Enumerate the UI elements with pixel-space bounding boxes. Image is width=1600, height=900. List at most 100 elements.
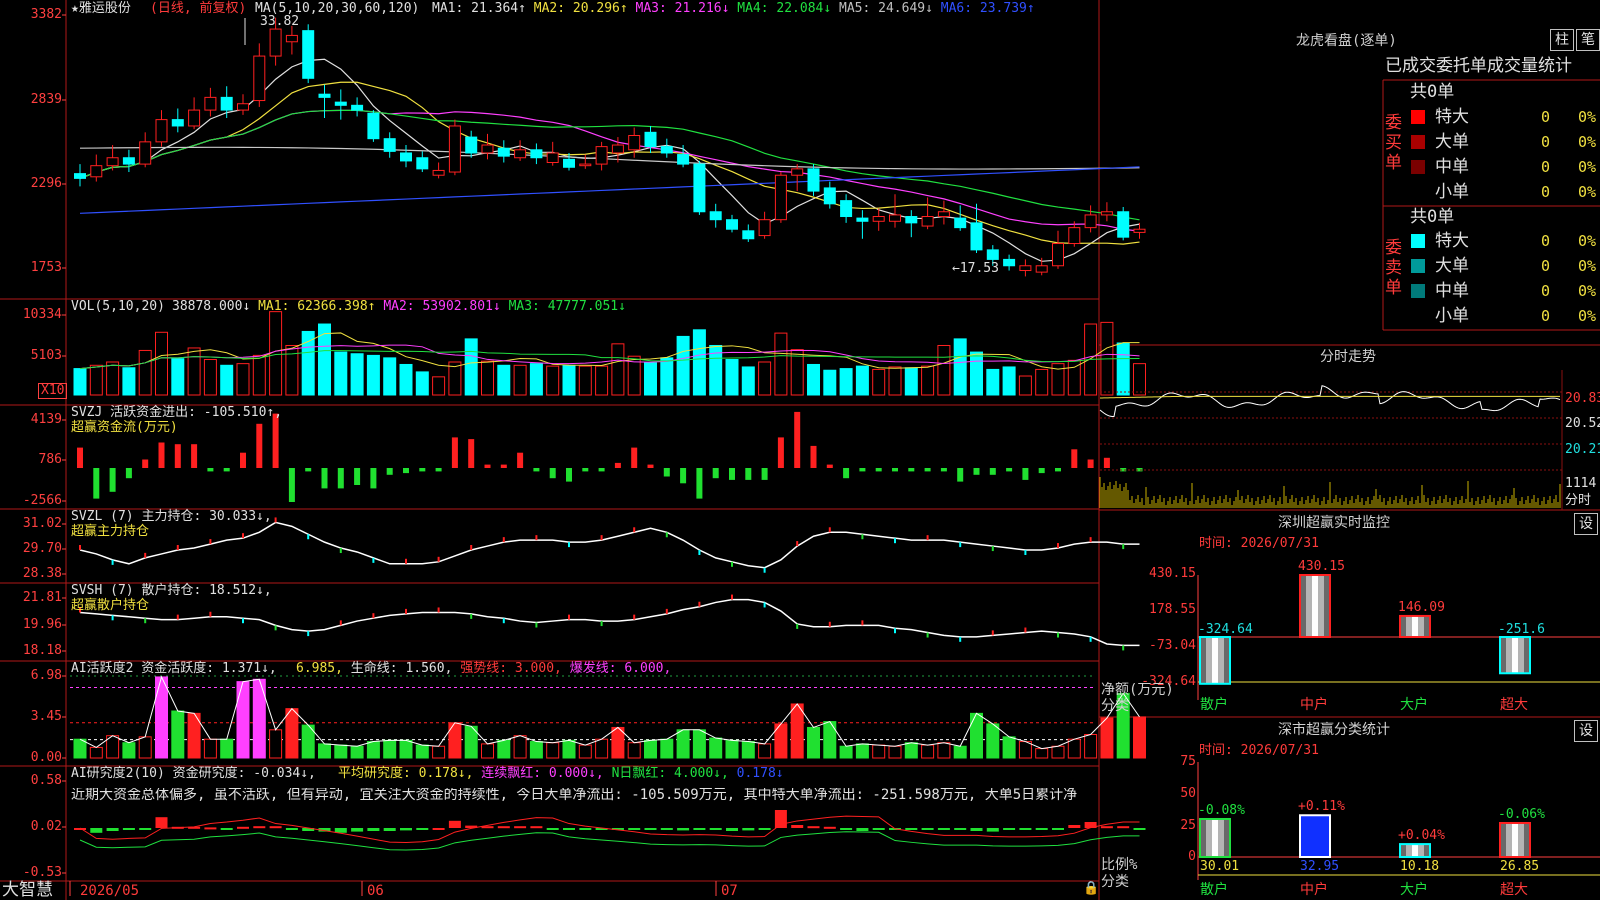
volume-bar	[203, 359, 217, 396]
volume-bar	[562, 364, 576, 396]
research-bar	[253, 826, 266, 829]
legend-item: 强势线: 3.000,	[460, 661, 570, 676]
app-root: ★雅运股份 (日线, 前复权) MA(5,10,20,30,60,120) MA…	[0, 0, 1600, 900]
money-flow-bar	[1006, 468, 1013, 472]
lock-icon[interactable]: 🔒	[1083, 882, 1099, 896]
volume-bar	[497, 364, 511, 396]
ai-act-legend: 6.985, 生命线: 1.560, 强势线: 3.000, 爆发线: 6.00…	[296, 662, 671, 676]
sz-settings-button[interactable]: 设	[1574, 513, 1598, 535]
sc-category-label: 中户	[1300, 882, 1328, 898]
activity-bar	[872, 744, 886, 759]
activity-bar	[1051, 745, 1065, 759]
research-bar	[1003, 828, 1016, 830]
fenshi-axis-label: 20.52	[1565, 416, 1600, 431]
activity-bar	[1100, 717, 1114, 759]
money-flow-bar	[451, 437, 458, 468]
activity-bar	[89, 746, 103, 759]
research-bar	[954, 828, 967, 830]
sc-bar-delta: +0.11%	[1298, 799, 1345, 815]
money-flow-bar	[729, 468, 735, 480]
ai-res-legend: 平均研究度: 0.178↓, 连续飘红: 0.000↓, N日飘红: 4.000…	[338, 767, 784, 781]
candle-body	[823, 187, 836, 205]
money-flow-bar	[77, 447, 83, 468]
sc-settings-button[interactable]: 设	[1574, 720, 1598, 742]
money-flow-bar	[696, 468, 703, 499]
order-size-name: 小单	[1435, 306, 1469, 326]
candle-body	[774, 174, 787, 221]
money-flow-bar	[989, 468, 996, 475]
research-bar	[106, 828, 119, 831]
activity-bar	[578, 744, 592, 759]
date-label: 2026/05	[80, 883, 140, 899]
bar-mode-button[interactable]: 柱	[1550, 29, 1574, 51]
candle-body	[400, 152, 412, 162]
order-size-swatch	[1411, 160, 1425, 174]
ma-line	[79, 109, 1140, 232]
tick-mode-button[interactable]: 笔	[1576, 29, 1600, 51]
order-count: 0	[1541, 183, 1551, 201]
candle-body	[237, 103, 249, 111]
money-flow-bar	[680, 468, 687, 484]
activity-bar	[366, 741, 380, 759]
order-pct: 0%	[1578, 158, 1597, 176]
research-bar	[514, 826, 527, 829]
candle-body	[677, 154, 690, 165]
sc-bar-delta: +0.04%	[1398, 828, 1445, 844]
research-bar	[726, 828, 738, 831]
money-flow-bar	[484, 464, 491, 468]
kline-axis-label: 2839	[30, 92, 62, 107]
svzl-axis-label: 31.02	[22, 516, 62, 531]
svzj-axis-label: 786	[38, 452, 62, 467]
sell-label: 委卖单	[1385, 238, 1402, 298]
sz-axis-label: 178.55	[1149, 602, 1196, 617]
sz-bar-stripe	[1318, 575, 1325, 637]
research-bar	[497, 826, 510, 829]
candle-body	[514, 149, 527, 159]
money-flow-bar	[419, 468, 426, 472]
legend-item: MA2: 20.296↑	[533, 1, 636, 16]
candle-body	[465, 136, 478, 154]
svzl-title: SVZL (7) 主力持仓: 30.033↓,	[71, 509, 272, 524]
volume-bar	[644, 362, 657, 396]
sz-bar-value: 430.15	[1298, 559, 1345, 574]
fenshi-axis-label: 1114	[1565, 476, 1597, 491]
candle-body	[302, 30, 315, 79]
research-bar	[155, 817, 168, 828]
order-size-name: 小单	[1435, 182, 1469, 202]
sc-axis-label: 0	[1188, 849, 1196, 864]
sz-bar-stripe	[1206, 637, 1213, 684]
sc-cat: 分类	[1101, 874, 1129, 890]
order-size-name: 大单	[1435, 132, 1469, 152]
order-count: 0	[1541, 307, 1551, 325]
volume-bar	[937, 344, 951, 396]
research-bar	[921, 828, 934, 830]
volume-bar	[464, 338, 478, 396]
volume-bar	[970, 351, 983, 396]
chart-canvas[interactable]	[0, 0, 1600, 900]
candle-body	[1117, 211, 1130, 238]
volume-bar	[611, 343, 625, 396]
volume-bar	[855, 365, 869, 396]
candle-body	[921, 216, 934, 227]
sell-total: 共0单	[1410, 207, 1455, 227]
activity-bar	[513, 735, 527, 759]
activity-bar	[1035, 748, 1049, 759]
sc-bar-delta: -0.06%	[1498, 806, 1545, 822]
research-bar	[448, 820, 461, 828]
money-flow-bar	[1071, 449, 1078, 468]
volume-bar	[285, 344, 299, 396]
money-flow-bar	[614, 462, 621, 468]
sc-bar-stripe	[1418, 844, 1425, 857]
candle-body	[269, 28, 282, 57]
vol-legend: 38878.000↓ MA1: 62366.398↑ MA2: 53902.80…	[172, 300, 626, 314]
money-flow-bar	[549, 468, 556, 479]
sc-bar-value: 26.85	[1500, 859, 1540, 874]
svsh-sub: 超赢散户持仓	[71, 598, 150, 613]
money-flow-bar	[826, 464, 833, 468]
svsh-axis-label: 18.18	[22, 643, 62, 658]
sc-category-label: 大户	[1400, 882, 1428, 898]
sc-bar-value: 30.01	[1200, 859, 1240, 874]
money-flow-bar	[908, 468, 915, 472]
svzj-title: SVZJ 活跃资金进出: -105.510↑,	[71, 405, 283, 420]
volume-bar	[122, 367, 136, 396]
